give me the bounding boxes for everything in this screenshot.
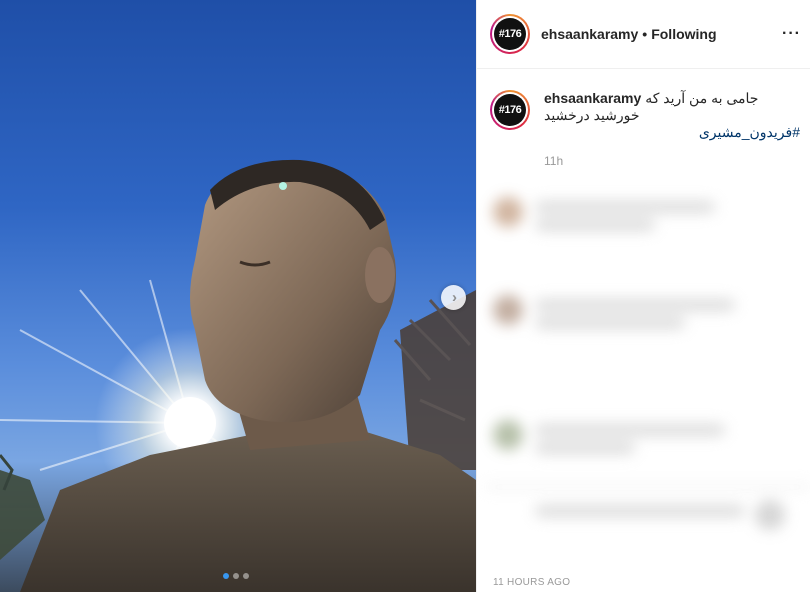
avatar[interactable]: #176 <box>490 14 530 54</box>
header-meta: ehsaankaramy • Following <box>541 26 717 42</box>
post-timestamp: 11 HOURS AGO <box>493 577 571 588</box>
tree-silhouette <box>393 290 476 470</box>
caption: #176 ehsaankaramy جامی به من آرید که خور… <box>490 90 800 170</box>
post-header: #176 ehsaankaramy • Following ··· <box>477 0 810 69</box>
caption-hashtag-link[interactable]: #فریدون_مشیری <box>544 124 800 141</box>
post-photo[interactable]: › <box>0 0 476 592</box>
header-username[interactable]: ehsaankaramy <box>541 26 638 42</box>
post-side-panel: #176 ehsaankaramy • Following ··· #176 e… <box>476 0 810 592</box>
more-options-icon[interactable]: ··· <box>782 25 801 43</box>
tree-left-silhouette <box>0 454 45 560</box>
next-photo-button[interactable]: › <box>441 285 466 310</box>
carousel-dot-1 <box>223 573 229 579</box>
carousel-dot-2 <box>233 573 239 579</box>
caption-body: ehsaankaramy جامی به من آرید که خورشید د… <box>544 90 800 170</box>
header-separator: • <box>642 26 648 42</box>
following-button[interactable]: Following <box>651 26 716 42</box>
avatar-label: #176 <box>494 18 526 50</box>
blurred-comments <box>485 185 810 575</box>
carousel-dot-3 <box>243 573 249 579</box>
photo-scene <box>0 159 476 592</box>
caption-time[interactable]: 11h <box>544 153 800 170</box>
sun <box>164 397 216 449</box>
lens-flare <box>279 182 287 190</box>
caption-avatar-label: #176 <box>494 94 526 126</box>
chevron-right-icon: › <box>452 289 457 306</box>
caption-username[interactable]: ehsaankaramy <box>544 90 641 106</box>
carousel-indicator <box>223 573 249 579</box>
caption-avatar[interactable]: #176 <box>490 90 530 130</box>
ear <box>365 247 395 303</box>
